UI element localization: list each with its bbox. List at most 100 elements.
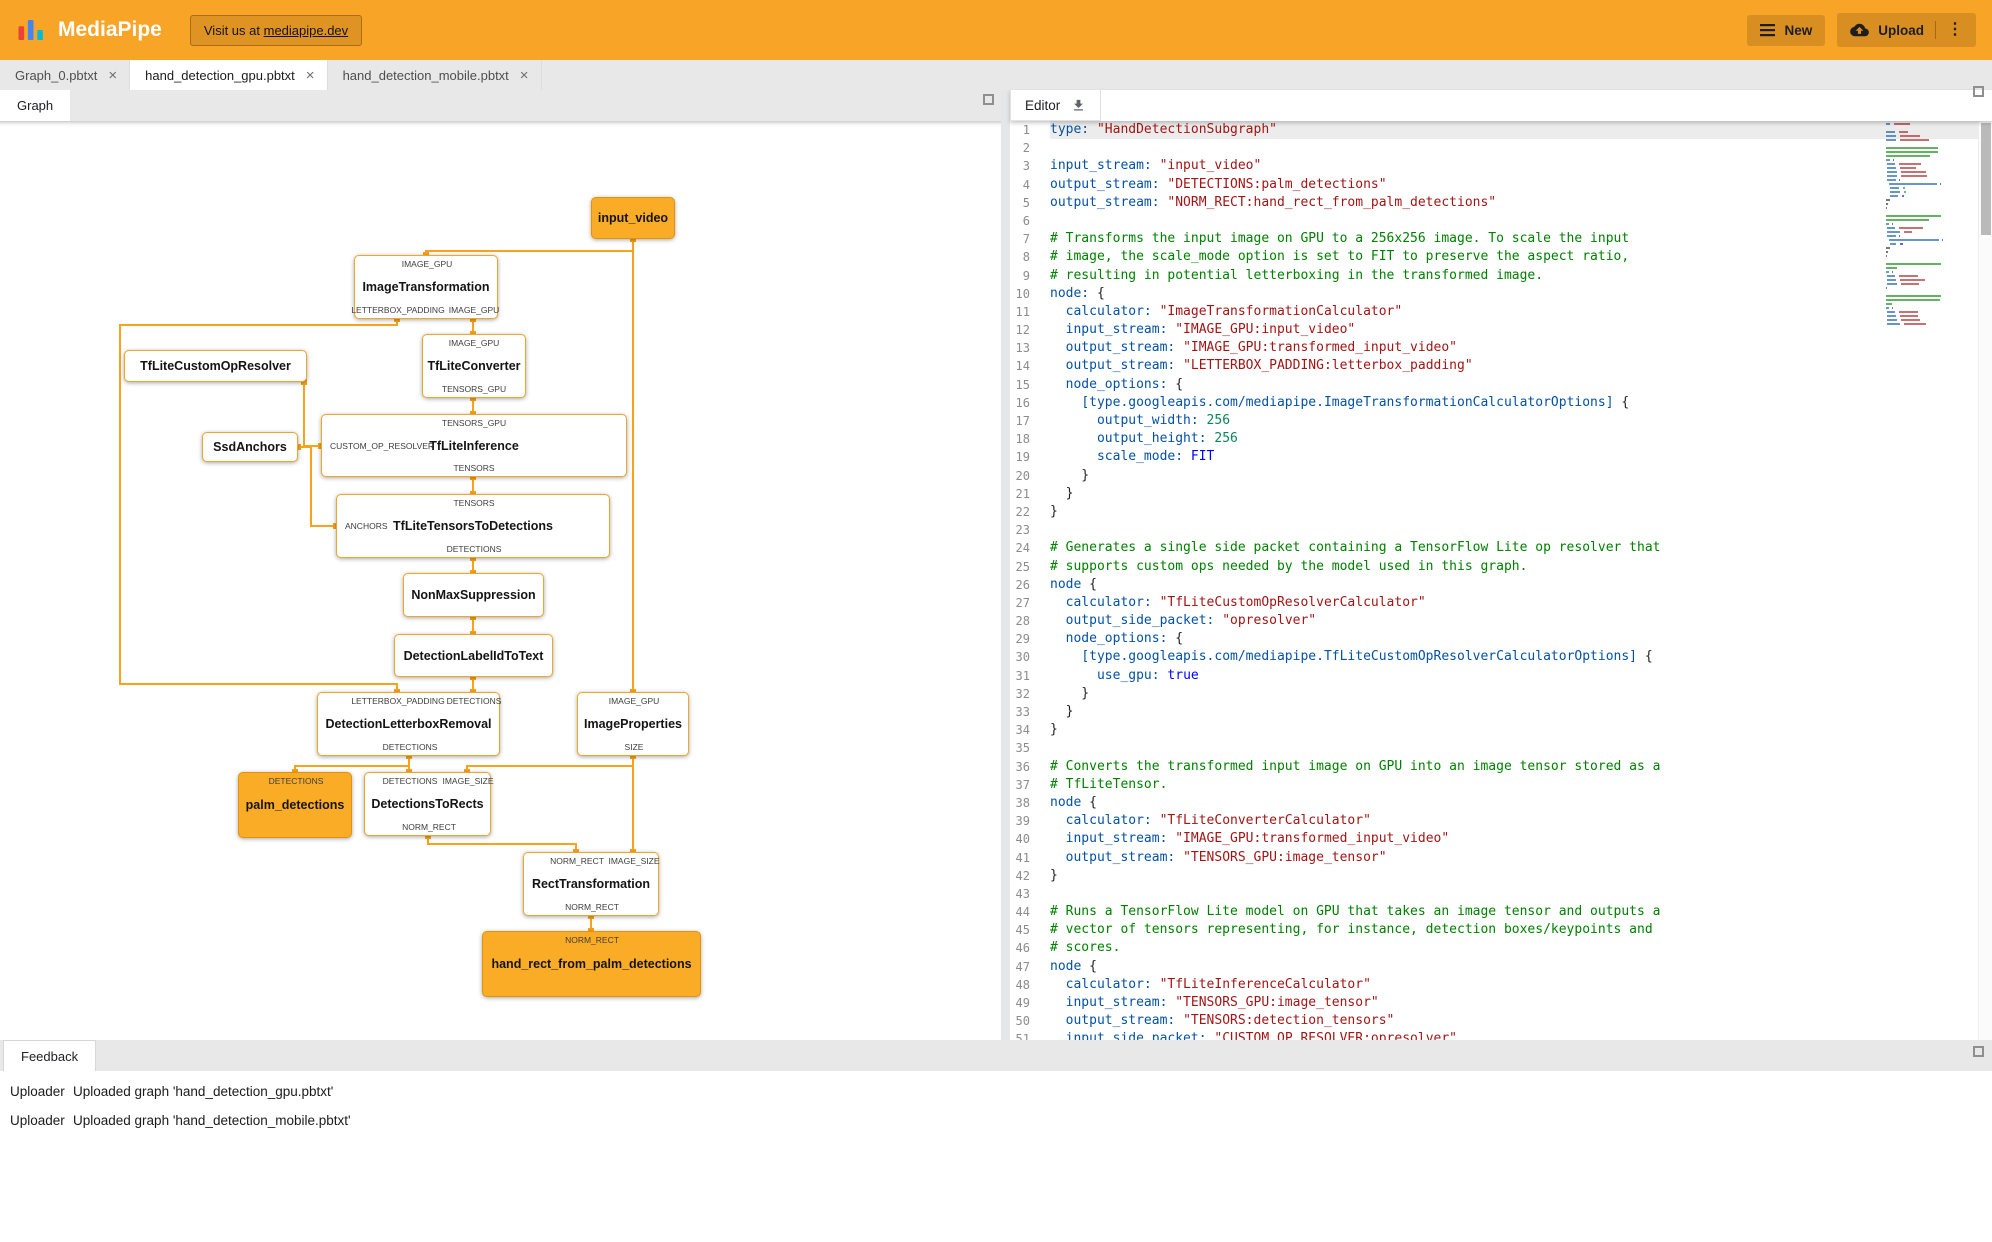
graph-node-DetectionsToRects[interactable]: DETECTIONS IMAGE_SIZE NORM_RECT DetectionsT… [364, 772, 494, 836]
code-line-35[interactable]: 35 [1010, 739, 1992, 757]
code-line-36[interactable]: 36 # Converts the transformed input image… [1010, 758, 1992, 776]
graph-tab[interactable]: Graph [0, 90, 71, 121]
line-text: output_stream: "IMAGE_GPU:transformed_in… [1065, 340, 1457, 356]
mediapipe-logo-icon [18, 20, 43, 40]
code-line-13[interactable]: 13 output_stream: "IMAGE_GPU:transformed… [1010, 339, 1992, 357]
graph-node-DetectionLetterboxRemoval[interactable]: LETTERBOX_PADDING DETECTIONS DETECTIONS Det… [317, 692, 502, 756]
code-line-41[interactable]: 41 output_stream: "TENSORS_GPU:image_ten… [1010, 849, 1992, 867]
graph-node-TfLiteInference[interactable]: TENSORS_GPU TENSORS CUSTOM_OP_RESOLVER TfLi… [321, 414, 627, 477]
code-line-31[interactable]: 31 use_gpu: true [1010, 667, 1992, 685]
code-line-47[interactable]: 47 node { [1010, 958, 1992, 976]
code-line-20[interactable]: 20 } [1010, 467, 1992, 485]
graph-node-palm_detections[interactable]: DETECTIONS palm_detections [238, 772, 352, 838]
code-line-7[interactable]: 7 # Transforms the input image on GPU to … [1010, 230, 1992, 248]
code-line-40[interactable]: 40 input_stream: "IMAGE_GPU:transformed_… [1010, 830, 1992, 848]
scrollbar-thumb[interactable] [1981, 123, 1991, 235]
code-line-9[interactable]: 9 # resulting in potential letterboxing i… [1010, 267, 1992, 285]
code-line-33[interactable]: 33 } [1010, 703, 1992, 721]
code-line-26[interactable]: 26 node { [1010, 576, 1992, 594]
new-button[interactable]: New [1747, 14, 1826, 46]
node-label: ImageTransformation [362, 280, 490, 294]
code-line-1[interactable]: 1 type: "HandDetectionSubgraph" [1010, 121, 1992, 140]
code-line-16[interactable]: 16 [type.googleapis.com/mediapipe.ImageT… [1010, 394, 1992, 412]
graph-node-SsdAnchors[interactable]: SsdAnchors [202, 432, 298, 462]
code-line-37[interactable]: 37 # TfLiteTensor. [1010, 776, 1992, 794]
code-line-19[interactable]: 19 scale_mode: FIT [1010, 448, 1992, 466]
graph-node-ImageTransformation[interactable]: IMAGE_GPU LETTERBOX_PADDING IMAGE_GPU Image… [351, 255, 499, 319]
code-line-27[interactable]: 27 calculator: "TfLiteCustomOpResolverCa… [1010, 594, 1992, 612]
port-label-letterbox_padding: LETTERBOX_PADDING [351, 696, 445, 706]
graph-node-TfLiteConverter[interactable]: IMAGE_GPU TENSORS_GPU TfLiteConverter [422, 334, 526, 398]
upload-button[interactable]: Upload ⋮ [1837, 13, 1976, 47]
code-line-28[interactable]: 28 output_side_packet: "opresolver" [1010, 612, 1992, 630]
code-line-34[interactable]: 34} [1010, 721, 1992, 739]
graph-canvas[interactable]: input_video IMAGE_GPU LETTERBOX_PADDING IMA… [0, 121, 1001, 1040]
feedback-panel-strip: Feedback [0, 1040, 1992, 1071]
code-line-17[interactable]: 17 output_width: 256 [1010, 412, 1992, 430]
graph-node-input_video[interactable]: input_video [591, 197, 675, 239]
code-line-18[interactable]: 18 output_height: 256 [1010, 430, 1992, 448]
code-line-29[interactable]: 29 node_options: { [1010, 630, 1992, 648]
code-line-8[interactable]: 8 # image, the scale_mode option is set t… [1010, 248, 1992, 266]
code-line-30[interactable]: 30 [type.googleapis.com/mediapipe.TfLite… [1010, 648, 1992, 666]
code-line-25[interactable]: 25 # supports custom ops needed by the mo… [1010, 558, 1992, 576]
line-number: 20 [1015, 468, 1030, 483]
code-line-2[interactable]: 2 [1010, 139, 1992, 157]
line-number: 44 [1015, 905, 1030, 920]
graph-node-TfLiteCustomOpResolver[interactable]: TfLiteCustomOpResolver [124, 350, 307, 382]
editor-scrollbar[interactable] [1978, 121, 1992, 1040]
expand-feedback-panel-icon[interactable] [1973, 1046, 1984, 1057]
minimap-line [1886, 275, 1974, 277]
code-line-45[interactable]: 45 # vector of tensors representing, for … [1010, 921, 1992, 939]
tab-close-icon[interactable]: × [304, 67, 317, 84]
code-line-44[interactable]: 44 # Runs a TensorFlow Lite model on GPU … [1010, 903, 1992, 921]
code-line-39[interactable]: 39 calculator: "TfLiteConverterCalculato… [1010, 812, 1992, 830]
code-line-14[interactable]: 14 output_stream: "LETTERBOX_PADDING:let… [1010, 357, 1992, 375]
code-line-43[interactable]: 43 [1010, 885, 1992, 903]
code-line-12[interactable]: 12 input_stream: "IMAGE_GPU:input_video" [1010, 321, 1992, 339]
code-line-46[interactable]: 46 # scores. [1010, 939, 1992, 957]
download-icon[interactable] [1071, 98, 1086, 113]
feedback-tab[interactable]: Feedback [3, 1040, 97, 1071]
graph-node-hand_rect_from_palm_detections[interactable]: NORM_RECT hand_rect_from_palm_detections [482, 931, 701, 997]
expand-graph-panel-icon[interactable] [983, 94, 994, 105]
code-line-42[interactable]: 42} [1010, 867, 1992, 885]
graph-node-ImageProperties[interactable]: IMAGE_GPU SIZE ImageProperties [577, 692, 689, 756]
code-line-15[interactable]: 15 node_options: { [1010, 376, 1992, 394]
graph-node-TfLiteTensorsToDetections[interactable]: TENSORS DETECTIONS ANCHORS TfLiteTensorsToD… [336, 494, 610, 558]
file-tab-0[interactable]: Graph_0.pbtxt × [0, 60, 131, 90]
code-editor[interactable]: 1 type: "HandDetectionSubgraph" 2 3 input_st… [1010, 121, 1992, 1040]
code-line-11[interactable]: 11 calculator: "ImageTransformationCalcu… [1010, 303, 1992, 321]
code-line-51[interactable]: 51 input_side_packet: "CUSTOM_OP_RESOLVE… [1010, 1030, 1992, 1040]
tab-close-icon[interactable]: × [518, 67, 531, 84]
code-line-49[interactable]: 49 input_stream: "TENSORS_GPU:image_tens… [1010, 994, 1992, 1012]
mediapipe-dev-link[interactable]: mediapipe.dev [264, 23, 349, 38]
code-line-24[interactable]: 24 # Generates a single side packet conta… [1010, 539, 1992, 557]
code-line-48[interactable]: 48 calculator: "TfLiteInferenceCalculato… [1010, 976, 1992, 994]
code-line-50[interactable]: 50 output_stream: "TENSORS:detection_ten… [1010, 1012, 1992, 1030]
minimap-line [1886, 311, 1974, 313]
graph-node-RectTransformation[interactable]: NORM_RECT IMAGE_SIZE NORM_RECT RectTransfor… [523, 852, 660, 916]
graph-node-DetectionLabelIdToText[interactable]: DetectionLabelIdToText [394, 634, 553, 677]
code-line-22[interactable]: 22} [1010, 503, 1992, 521]
graph-node-NonMaxSuppression[interactable]: NonMaxSuppression [403, 573, 544, 617]
line-text: scale_mode: FIT [1096, 449, 1215, 465]
code-line-38[interactable]: 38 node { [1010, 794, 1992, 812]
code-line-23[interactable]: 23 [1010, 521, 1992, 539]
code-line-6[interactable]: 6 [1010, 212, 1992, 230]
file-tab-2[interactable]: hand_detection_mobile.pbtxt × [328, 60, 542, 90]
code-line-4[interactable]: 4 output_stream: "DETECTIONS:palm_detecti… [1010, 176, 1992, 194]
code-line-21[interactable]: 21 } [1010, 485, 1992, 503]
code-line-32[interactable]: 32 } [1010, 685, 1992, 703]
code-line-10[interactable]: 10 node: { [1010, 285, 1992, 303]
code-line-5[interactable]: 5 output_stream: "NORM_RECT:hand_rect_fro… [1010, 194, 1992, 212]
kebab-menu-icon[interactable]: ⋮ [1947, 22, 1963, 38]
tab-close-icon[interactable]: × [106, 67, 119, 84]
line-number: 17 [1015, 414, 1030, 428]
line-text: output_width: 256 [1096, 413, 1231, 428]
minimap[interactable] [1886, 123, 1974, 327]
expand-editor-panel-icon[interactable] [1973, 86, 1984, 97]
port-label-detections: DETECTIONS [446, 696, 502, 706]
code-line-3[interactable]: 3 input_stream: "input_video" [1010, 157, 1992, 175]
file-tab-1[interactable]: hand_detection_gpu.pbtxt × [130, 60, 328, 90]
